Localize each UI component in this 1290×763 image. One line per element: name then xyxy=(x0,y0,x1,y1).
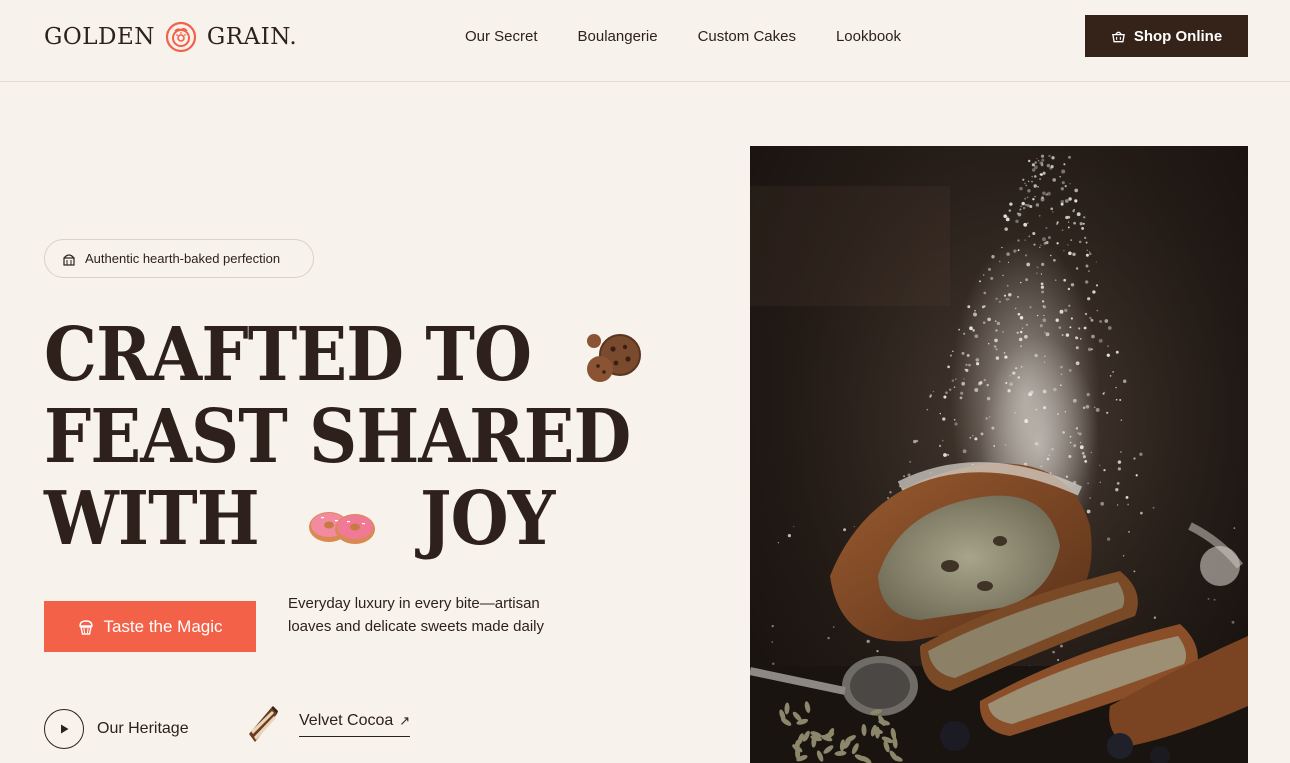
donut-logo-icon xyxy=(165,21,196,53)
taste-the-magic-button[interactable]: Taste the Magic xyxy=(44,601,256,652)
hero-tagline: Everyday luxury in every bite—artisan lo… xyxy=(288,595,544,635)
headline-text-3a: WITH xyxy=(44,476,260,562)
brand-name-left: GOLDEN xyxy=(44,24,155,50)
headline-text-1: CRAFTED TO xyxy=(44,312,532,398)
main-nav: Our Secret Boulangerie Custom Cakes Look… xyxy=(465,28,901,45)
headline-text-3b: JOY xyxy=(420,476,555,562)
velvet-cocoa-link[interactable]: Velvet Cocoa ↗ xyxy=(299,711,411,737)
shop-online-label: Shop Online xyxy=(1133,27,1223,45)
velvet-cocoa-label: Velvet Cocoa xyxy=(299,711,394,729)
donuts-icon xyxy=(309,511,376,544)
headline-line-3: WITH JOY xyxy=(44,478,684,560)
brand-logo[interactable]: GOLDEN GRAIN. xyxy=(44,20,297,54)
bread-flour-photo xyxy=(750,146,1248,763)
nav-item-custom-cakes[interactable]: Custom Cakes xyxy=(698,28,796,45)
arrow-up-right-icon: ↗ xyxy=(399,712,411,728)
shop-online-button[interactable]: Shop Online xyxy=(1085,15,1248,57)
site-header: GOLDEN GRAIN. Our Secret Boulangerie Cus… xyxy=(0,0,1290,82)
nav-item-boulangerie[interactable]: Boulangerie xyxy=(578,28,658,45)
brand-name-right: GRAIN. xyxy=(206,24,298,50)
play-icon xyxy=(61,724,69,734)
hero-badge-label: Authentic hearth-baked perfection xyxy=(85,251,281,266)
cookies-icon xyxy=(587,333,642,382)
cake-slice-icon xyxy=(249,706,278,742)
bakery-icon xyxy=(63,253,75,266)
play-button[interactable] xyxy=(44,709,84,749)
nav-item-lookbook[interactable]: Lookbook xyxy=(836,28,901,45)
velvet-cocoa-group: Velvet Cocoa ↗ xyxy=(245,704,411,744)
cupcake-icon xyxy=(79,619,94,635)
hero-headline: CRAFTED TO FEAST SHARED WITH JOY xyxy=(44,314,684,560)
our-heritage-link[interactable]: Our Heritage xyxy=(44,709,189,749)
basket-icon xyxy=(1111,31,1125,42)
hero-badge: Authentic hearth-baked perfection xyxy=(44,239,314,278)
nav-item-our-secret[interactable]: Our Secret xyxy=(465,28,538,45)
our-heritage-label: Our Heritage xyxy=(97,720,189,737)
taste-the-magic-label: Taste the Magic xyxy=(103,616,223,636)
hero-image xyxy=(750,146,1248,763)
headline-text-2: FEAST SHARED xyxy=(44,394,631,480)
headline-line-2: FEAST SHARED xyxy=(44,396,684,478)
headline-line-1: CRAFTED TO xyxy=(44,314,684,396)
